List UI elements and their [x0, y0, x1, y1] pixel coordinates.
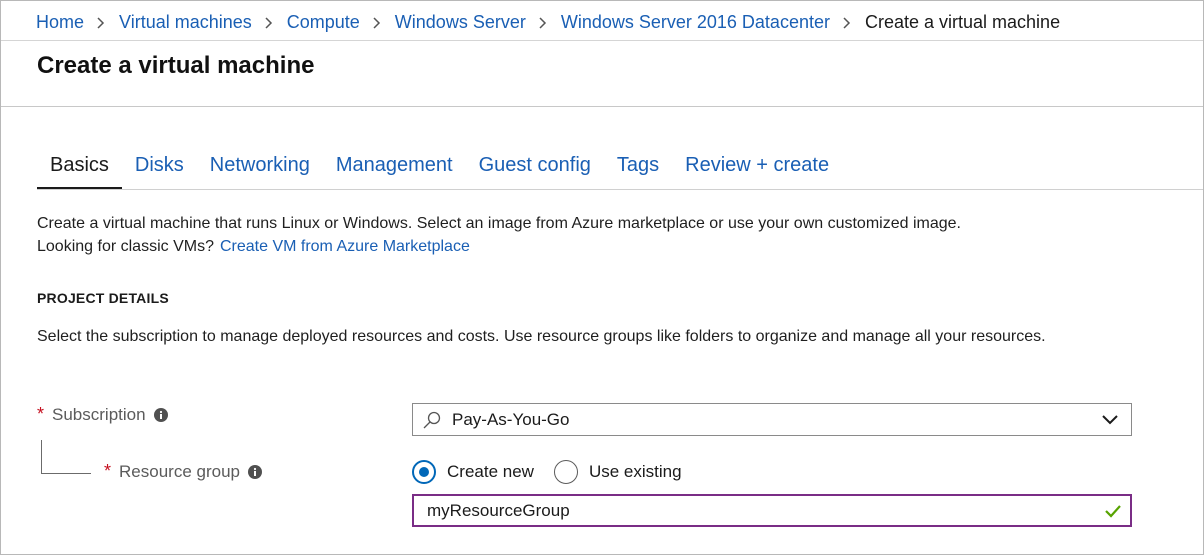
search-icon [422, 410, 442, 430]
breadcrumb-divider [1, 40, 1203, 41]
resource-group-name-value: myResourceGroup [427, 500, 570, 520]
required-marker: * [37, 404, 45, 424]
breadcrumb: Home Virtual machines Compute Windows Se… [36, 9, 1060, 35]
breadcrumb-current: Create a virtual machine [864, 11, 1061, 32]
chevron-right-icon [96, 17, 106, 29]
breadcrumb-virtual-machines[interactable]: Virtual machines [119, 12, 252, 33]
info-icon[interactable] [247, 464, 262, 479]
tab-networking[interactable]: Networking [197, 150, 323, 190]
tab-bar: Basics Disks Networking Management Guest… [37, 150, 842, 190]
info-icon[interactable] [153, 407, 168, 422]
breadcrumb-compute[interactable]: Compute [287, 12, 360, 33]
tab-review-create[interactable]: Review + create [672, 150, 842, 190]
breadcrumb-windows-server[interactable]: Windows Server [395, 12, 526, 33]
tabs-divider [37, 189, 1203, 190]
tab-basics[interactable]: Basics [37, 150, 122, 190]
resource-group-label-text: Resource group [119, 461, 240, 481]
intro-text: Create a virtual machine that runs Linux… [37, 212, 961, 258]
intro-classic-line: Looking for classic VMs? Create VM from A… [37, 235, 961, 258]
tab-management[interactable]: Management [323, 150, 466, 190]
radio-use-existing[interactable]: Use existing [553, 460, 682, 484]
radio-use-existing-label: Use existing [588, 462, 682, 481]
required-marker: * [104, 461, 112, 481]
subscription-dropdown[interactable]: Pay-As-You-Go [412, 403, 1132, 436]
tab-disks[interactable]: Disks [122, 150, 197, 190]
chevron-right-icon [264, 17, 274, 29]
radio-create-new[interactable]: Create new [412, 460, 534, 484]
create-vm-marketplace-link[interactable]: Create VM from Azure Marketplace [220, 238, 470, 255]
tab-tags[interactable]: Tags [604, 150, 672, 190]
page-title: Create a virtual machine [37, 52, 315, 79]
radio-button[interactable] [553, 460, 578, 484]
title-divider [1, 106, 1203, 107]
breadcrumb-windows-server-2016[interactable]: Windows Server 2016 Datacenter [561, 12, 830, 33]
chevron-right-icon [538, 17, 548, 29]
project-details-description: Select the subscription to manage deploy… [37, 328, 1046, 345]
resource-group-label: * Resource group [104, 461, 262, 482]
tab-guest-config[interactable]: Guest config [466, 150, 604, 190]
resource-group-name-input[interactable]: myResourceGroup [412, 494, 1132, 527]
chevron-down-icon [1101, 413, 1119, 427]
radio-create-new-label: Create new [447, 462, 534, 481]
radio-button-selected[interactable] [412, 460, 436, 484]
breadcrumb-home[interactable]: Home [36, 12, 84, 33]
intro-line: Create a virtual machine that runs Linux… [37, 215, 961, 232]
chevron-right-icon [372, 17, 382, 29]
resource-group-mode: Create new Use existing [412, 458, 702, 486]
project-details-heading: PROJECT DETAILS [37, 290, 169, 306]
subscription-label-text: Subscription [52, 404, 146, 424]
checkmark-icon [1104, 503, 1122, 519]
tree-connector [41, 440, 91, 474]
chevron-right-icon [842, 17, 852, 29]
intro-classic-text: Looking for classic VMs? [37, 238, 214, 255]
subscription-label: * Subscription [37, 404, 168, 425]
subscription-value: Pay-As-You-Go [452, 409, 570, 429]
